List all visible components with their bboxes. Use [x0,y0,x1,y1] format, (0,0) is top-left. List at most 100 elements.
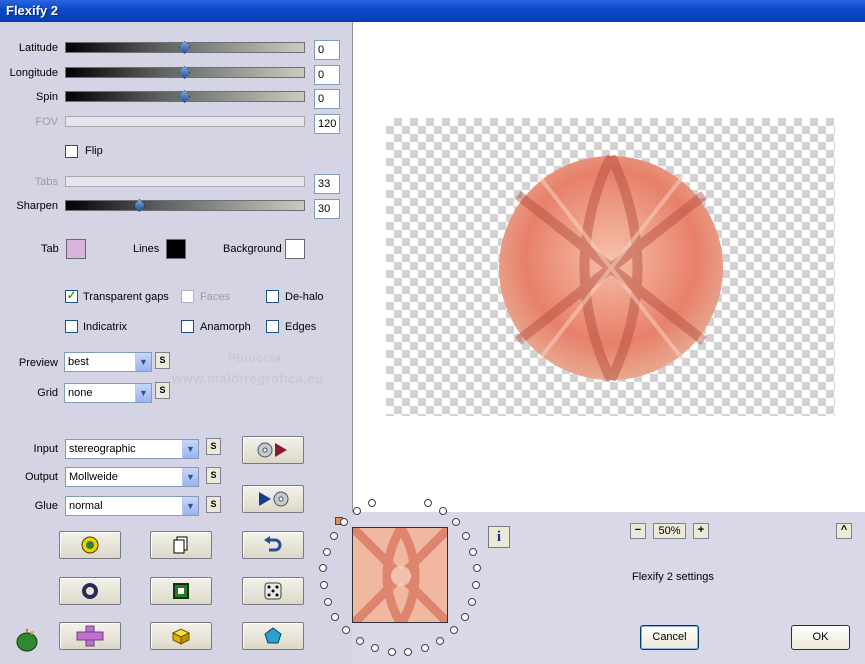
faces-checkbox [181,290,194,303]
chevron-down-icon[interactable]: ▼ [135,384,151,402]
copy-button[interactable] [150,531,212,559]
navigator-dot [436,636,445,645]
navigator-dot [421,643,430,652]
latitude-slider[interactable] [65,41,305,54]
circle-shape-button[interactable] [59,577,121,605]
plus-cross-icon [76,625,104,647]
ring-icon [82,583,98,599]
latitude-value[interactable]: 0 [314,40,340,60]
flaming-pear-logo-icon [16,628,38,652]
navigator-thumbnail[interactable] [352,527,448,623]
square-icon [173,583,189,599]
navigator-dot [319,581,328,590]
zoom-out-button[interactable]: − [630,523,646,539]
navigator-dot [323,597,332,606]
chevron-down-icon[interactable]: ▼ [182,440,198,458]
input-label: Input [33,443,58,455]
grid-select-value: none [68,387,93,399]
output-label: Output [24,471,58,483]
fov-label: FOV [35,116,58,128]
preview-select[interactable]: best ▼ [64,352,152,372]
glue-s-button[interactable]: S [206,496,221,513]
ok-button[interactable]: OK [791,625,850,650]
input-projection-select[interactable]: stereographic ▼ [65,439,199,459]
glue-select[interactable]: normal ▼ [65,496,199,516]
navigator-dot [370,643,379,652]
sharpen-slider[interactable] [65,199,305,212]
preview-select-value: best [68,356,89,368]
zoom-in-button[interactable]: + [693,523,709,539]
edges-checkbox[interactable] [266,320,279,333]
output-s-button[interactable]: S [206,467,221,484]
grid-select[interactable]: none ▼ [64,383,152,403]
input-s-button[interactable]: S [206,438,221,455]
grid-s-button[interactable]: S [155,382,170,399]
flip-label: Flip [85,145,103,157]
transparent-gaps-checkbox[interactable]: ✓ [65,290,78,303]
spin-value[interactable]: 0 [314,89,340,109]
preview-canvas[interactable] [352,22,865,512]
square-shape-button[interactable] [150,577,212,605]
randomize-button[interactable] [59,531,121,559]
chevron-down-icon[interactable]: ▼ [135,353,151,371]
tabs-value[interactable]: 33 [314,174,340,194]
longitude-slider[interactable] [65,66,305,79]
chevron-down-icon[interactable]: ▼ [182,468,198,486]
fov-value[interactable]: 120 [314,114,340,134]
edges-label: Edges [285,321,317,333]
lines-color-swatch[interactable] [166,239,186,259]
navigator-dot [472,564,481,573]
navigator-dot [449,626,458,635]
undo-button[interactable] [242,531,304,559]
save-preset-button[interactable] [242,485,304,513]
cube-shape-button[interactable] [150,622,212,650]
collapse-button[interactable]: ^ [836,523,852,539]
transparent-gaps-label: Transparent gaps [83,291,169,303]
input-select-value: stereographic [69,443,136,455]
navigator-dot [469,547,478,556]
background-color-swatch[interactable] [285,239,305,259]
disc-play-icon [257,442,287,458]
cancel-button[interactable]: Cancel [640,625,699,650]
latitude-slider-thumb[interactable] [179,41,190,54]
de-halo-label: De-halo [285,291,324,303]
glue-select-value: normal [69,500,103,512]
longitude-value[interactable]: 0 [314,65,340,85]
de-halo-checkbox[interactable] [266,290,279,303]
copy-icon [173,536,188,554]
info-button[interactable]: i [488,526,510,548]
flip-checkbox[interactable] [65,145,78,158]
sharpen-slider-thumb[interactable] [134,199,145,212]
spin-label: Spin [35,91,58,103]
watermark-line1: Pinuccia [228,351,282,365]
tab-color-label: Tab [41,243,59,255]
load-preset-button[interactable] [242,436,304,464]
play-disc-icon [259,491,289,507]
navigator-dot [468,597,477,606]
preview-s-button[interactable]: S [155,352,170,369]
navigator-dot [322,547,331,556]
sharpen-value[interactable]: 30 [314,199,340,219]
spin-slider[interactable] [65,90,305,103]
glue-label: Glue [34,500,58,512]
sharpen-label: Sharpen [16,200,58,212]
tab-color-swatch[interactable] [66,239,86,259]
navigator-thumbnail-image [353,528,447,622]
anamorph-checkbox[interactable] [181,320,194,333]
background-color-label: Background [223,243,282,255]
indicatrix-checkbox[interactable] [65,320,78,333]
longitude-slider-thumb[interactable] [179,66,190,79]
tabs-slider [65,176,305,187]
dice-button[interactable] [242,577,304,605]
output-select-value: Mollweide [69,471,118,483]
grid-label: Grid [37,387,58,399]
cross-shape-button[interactable] [59,622,121,650]
chevron-down-icon[interactable]: ▼ [182,497,198,515]
navigator-dot [404,647,413,656]
pentagon-shape-button[interactable] [242,622,304,650]
spin-slider-thumb[interactable] [179,90,190,103]
output-projection-select[interactable]: Mollweide ▼ [65,467,199,487]
faces-label: Faces [200,291,230,303]
watermark-line2: www.maldiregrafica.eu [172,371,324,386]
fov-slider [65,116,305,127]
